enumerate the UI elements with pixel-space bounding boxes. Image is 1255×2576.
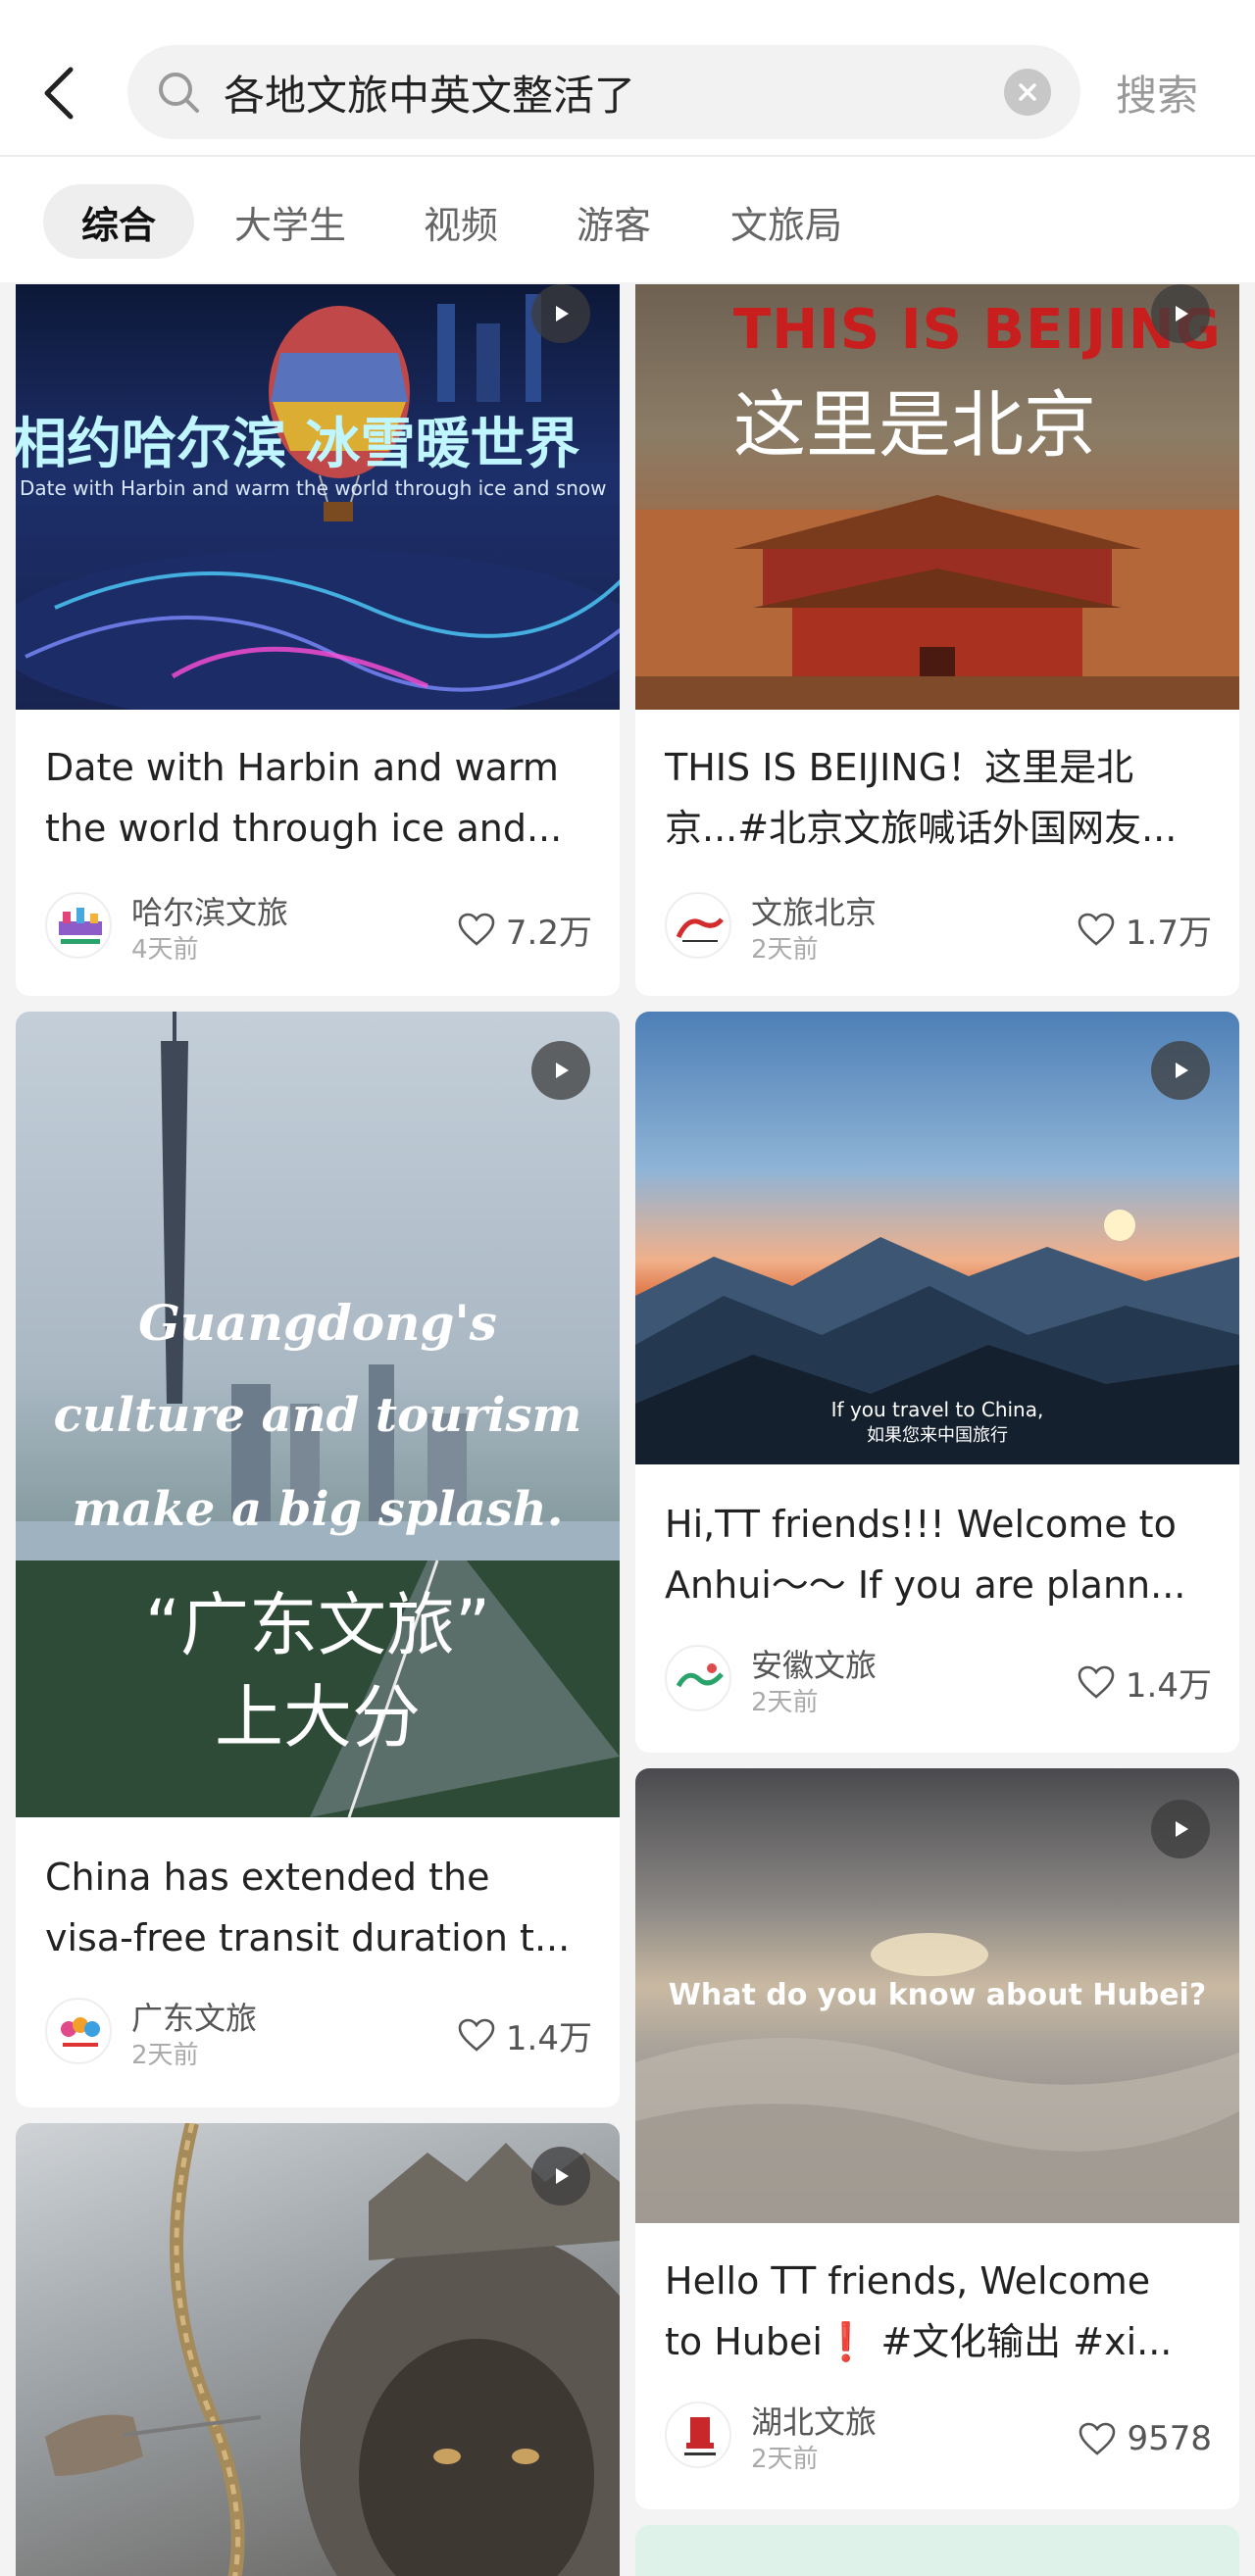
monkey-king-illustration (45, 2123, 620, 2576)
card-title: Date with Harbin and warm the world throu… (45, 746, 563, 850)
mountain-sunrise-illustration (635, 1210, 1239, 1464)
post-time: 2天前 (131, 2041, 199, 2070)
author-name: 哈尔滨文旅 (131, 894, 289, 931)
author-name: 湖北文旅 (751, 2403, 878, 2441)
feed-card-wukong[interactable] (16, 2123, 620, 2576)
tab-comprehensive[interactable]: 综合 (43, 184, 194, 259)
post-time: 2天前 (751, 1688, 819, 1717)
post-time: 4天前 (131, 935, 199, 965)
heart-icon (458, 913, 495, 946)
thumbnail-caption-zh: 相约哈尔滨 冰雪暖世界 (16, 413, 580, 476)
play-button[interactable] (1151, 284, 1210, 343)
video-thumbnail: THIS IS BEIJING 这里是北京 (635, 284, 1239, 710)
card-title: Hello TT friends, Welcome to Hubei❗ #文化输出… (665, 2259, 1173, 2363)
play-icon (1176, 306, 1188, 322)
thumbnail-caption-line-5: 上大分 (215, 1677, 421, 1758)
author-info[interactable]: 文旅北京 2天前 (665, 888, 1018, 965)
thumbnail-caption-line-1: Guangdong's (138, 1294, 497, 1352)
card-title: THIS IS BEIJING！这里是北 京...#北京文旅喊话外国网友... (665, 746, 1178, 850)
feed-card-hubei[interactable]: What do you know about Hubei? Hello TT f… (635, 1768, 1239, 2509)
play-button[interactable] (1151, 1800, 1210, 1858)
play-button[interactable] (531, 2147, 590, 2205)
play-button[interactable] (531, 284, 590, 343)
like-count: 1.4万 (505, 2018, 592, 2058)
play-icon (556, 306, 569, 322)
heart-icon (1079, 2422, 1116, 2455)
tab-college-students[interactable]: 大学生 (218, 184, 363, 259)
feed-card-harbin[interactable]: 相约哈尔滨 冰雪暖世界 Date with Harbin and warm th… (16, 284, 620, 996)
thumbnail-caption-zh: 这里是北京 (733, 383, 1096, 468)
author-info[interactable]: 广东文旅 2天前 (45, 1994, 398, 2070)
like-button[interactable]: 7.2万 (457, 900, 592, 959)
filter-tabs: 综合 大学生 视频 游客 文旅局 (0, 157, 1255, 282)
card-title: China has extended the visa-free transit … (45, 1856, 571, 1959)
search-bar[interactable]: 各地文旅中英文整活了 (127, 45, 1080, 139)
play-icon (1176, 1063, 1188, 1078)
author-name: 广东文旅 (131, 2000, 258, 2037)
thumbnail-caption-en: Date with Harbin and warm the world thro… (20, 476, 607, 500)
heart-icon (1078, 913, 1115, 946)
card-title: Hi,TT friends!!! Welcome to Anhui～～ If yo… (665, 1503, 1186, 1607)
play-button[interactable] (1151, 1041, 1210, 1100)
like-button[interactable]: 1.4万 (457, 2006, 592, 2064)
like-count: 9578 (1127, 2419, 1212, 2458)
thumbnail-caption-line-2: culture and tourism (53, 1388, 582, 1443)
author-avatar (665, 1645, 731, 1711)
back-button[interactable] (39, 59, 98, 127)
like-button[interactable]: 1.4万 (1077, 1653, 1212, 1711)
play-icon (556, 2168, 569, 2184)
like-count: 1.7万 (1125, 913, 1212, 953)
search-submit-button[interactable]: 搜索 (1116, 63, 1198, 123)
video-thumbnail: 相约哈尔滨 冰雪暖世界 Date with Harbin and warm th… (16, 284, 620, 710)
feed-card-beijing[interactable]: THIS IS BEIJING 这里是北京 THIS IS BEIJING！这里… (635, 284, 1239, 996)
play-button[interactable] (531, 1041, 590, 1100)
like-button[interactable]: 1.7万 (1077, 900, 1212, 959)
thumbnail-caption-line-3: make a big splash. (72, 1482, 564, 1537)
close-icon (1019, 83, 1036, 101)
feed-card-guangdong[interactable]: Guangdong's culture and tourism make a b… (16, 1012, 620, 2107)
tab-videos[interactable]: 视频 (402, 184, 520, 259)
like-button[interactable]: 9578 (1078, 2409, 1212, 2468)
like-count: 1.4万 (1125, 1665, 1212, 1706)
author-name: 文旅北京 (751, 894, 878, 931)
post-time: 2天前 (751, 935, 819, 965)
chevron-left-icon (44, 67, 74, 120)
feed-card-partial[interactable] (635, 2525, 1239, 2576)
play-icon (556, 1063, 569, 1078)
author-avatar (45, 1998, 112, 2064)
video-thumbnail: If you travel to China, 如果您来中国旅行 (635, 1012, 1239, 1464)
tab-tourists[interactable]: 游客 (555, 184, 673, 259)
author-avatar (665, 2402, 731, 2468)
video-thumbnail: What do you know about Hubei? (635, 1768, 1239, 2223)
thumbnail-caption-en: THIS IS BEIJING (733, 298, 1222, 362)
tab-tourism-bureau[interactable]: 文旅局 (708, 184, 865, 259)
like-count: 7.2万 (505, 913, 592, 953)
author-name: 安徽文旅 (751, 1647, 878, 1684)
feed-card-anhui[interactable]: If you travel to China, 如果您来中国旅行 Hi,TT f… (635, 1012, 1239, 1753)
author-avatar (665, 892, 731, 959)
thumbnail-caption-zh: 如果您来中国旅行 (867, 1425, 1008, 1446)
thumbnail-caption-en: What do you know about Hubei? (668, 1978, 1207, 2012)
video-thumbnail: Guangdong's culture and tourism make a b… (16, 1012, 620, 1817)
author-info[interactable]: 湖北文旅 2天前 (665, 2398, 1018, 2474)
search-header: 各地文旅中英文整活了 搜索 (0, 0, 1255, 157)
author-avatar (45, 892, 112, 959)
heart-icon (1078, 1665, 1115, 1699)
search-input[interactable]: 各地文旅中英文整活了 (224, 63, 635, 123)
thumbnail-caption-en: If you travel to China, (830, 1398, 1044, 1421)
search-icon (159, 73, 199, 113)
author-info[interactable]: 安徽文旅 2天前 (665, 1641, 1018, 1717)
clear-search-button[interactable] (1004, 69, 1051, 116)
heart-icon (458, 2018, 495, 2052)
author-info[interactable]: 哈尔滨文旅 4天前 (45, 888, 398, 965)
thumbnail-caption-line-4: “广东文旅” (144, 1585, 491, 1665)
video-thumbnail (16, 2123, 620, 2576)
post-time: 2天前 (751, 2445, 819, 2474)
play-icon (1176, 1821, 1188, 1837)
